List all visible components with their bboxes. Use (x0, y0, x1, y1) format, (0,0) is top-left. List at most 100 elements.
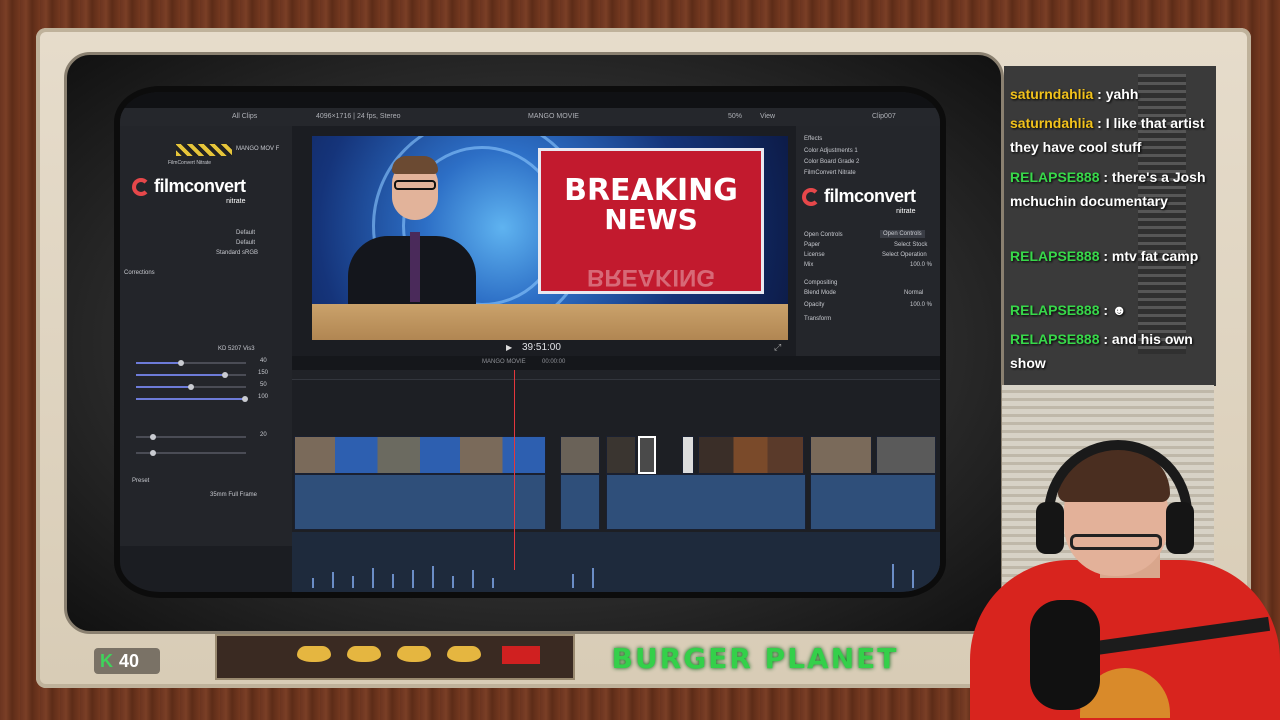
streamer-glasses (1070, 534, 1162, 550)
slider-3-value: 50 (260, 382, 267, 388)
play-icon[interactable]: ▶ (506, 343, 512, 352)
mix-value[interactable]: 100.0 % (910, 262, 932, 268)
playhead[interactable] (514, 370, 515, 570)
chat-username[interactable]: saturndahlia (1010, 115, 1093, 131)
clapper-icon (176, 144, 232, 156)
news-anchor-hair (392, 156, 438, 174)
timeline-duration: 00:00:00 (542, 359, 566, 365)
camera-select[interactable]: Default (236, 230, 255, 236)
clip-audio-lane[interactable] (294, 474, 546, 530)
chat-message: RELAPSE888 : there's a Josh mchuchin doc… (1010, 165, 1210, 213)
opacity-value[interactable]: 100.0 % (910, 302, 932, 308)
clip-audio-lane[interactable] (560, 474, 600, 530)
kick-icon: K (100, 650, 113, 671)
burger-planet-logo: BURGER PLANET (611, 641, 899, 675)
audio-track[interactable] (292, 532, 940, 592)
slider-3[interactable] (136, 384, 246, 390)
tv-screen: All Clips 4096×1716 | 24 fps, Stereo MAN… (120, 92, 940, 592)
preset-select[interactable]: 35mm Full Frame (210, 492, 257, 498)
video-clip[interactable] (560, 436, 600, 474)
chat-username[interactable]: RELAPSE888 (1010, 331, 1099, 347)
timeline-ruler[interactable] (292, 370, 940, 380)
video-clip[interactable] (294, 436, 546, 474)
chat-message: RELAPSE888 : ☻ (1010, 298, 1210, 322)
webcam-feed (960, 420, 1280, 720)
blend-mode-label: Blend Mode (804, 290, 837, 296)
headphone-ear-left (1036, 502, 1064, 554)
filmconvert-brand: filmconvert (824, 186, 916, 206)
video-viewer[interactable]: BREAKING NEWS BREAKING (312, 136, 788, 340)
video-clip[interactable] (682, 436, 694, 474)
video-clip[interactable] (698, 436, 804, 474)
effect-item[interactable]: Color Adjustments 1 (804, 148, 858, 154)
selected-clip[interactable] (638, 436, 656, 474)
chat-message: saturndahlia : I like that artist they h… (1010, 111, 1210, 159)
paper-select[interactable]: Select Stock (894, 242, 927, 248)
filmconvert-brand: filmconvert (154, 176, 246, 196)
project-title: MANGO MOVIE (528, 113, 579, 120)
slider-4[interactable] (136, 396, 248, 402)
microphone-icon (1030, 600, 1100, 710)
transform-header[interactable]: Transform (804, 316, 831, 322)
paper-label: Paper (804, 242, 821, 248)
zoom-select[interactable]: 50% (728, 113, 742, 120)
filmconvert-sub: nitrate (896, 208, 916, 215)
headline-reflection: BREAKING (586, 264, 715, 291)
open-controls-label: Open Controls (804, 232, 843, 238)
stock-select[interactable]: KD 5207 Vis3 (218, 346, 255, 352)
mix-label: Mix (804, 262, 814, 268)
effect-item[interactable]: FilmConvert Nitrate (804, 170, 856, 176)
fullscreen-icon[interactable]: ⤢ (774, 342, 781, 353)
filmconvert-mark-icon (132, 177, 150, 196)
right-inspector: Effects Color Adjustments 1 Color Board … (796, 126, 940, 356)
chat-username[interactable]: saturndahlia (1010, 86, 1093, 102)
effect-sub: FilmConvert Nitrate (168, 160, 212, 166)
editor-toolbar: All Clips 4096×1716 | 24 fps, Stereo MAN… (120, 108, 940, 126)
chat-message: RELAPSE888 : mtv fat camp (1010, 244, 1210, 268)
video-clip[interactable] (606, 436, 636, 474)
news-desk (312, 304, 788, 340)
slider-1-value: 40 (260, 358, 267, 364)
lens-select[interactable]: Default (236, 240, 255, 246)
view-menu[interactable]: View (760, 113, 775, 120)
effects-header[interactable]: Effects (804, 136, 822, 142)
slider-2-value: 150 (258, 370, 269, 376)
preset-label: Preset (132, 478, 150, 484)
menu-bar (120, 92, 940, 108)
corrections-section[interactable]: Corrections (124, 270, 155, 276)
compositing-header[interactable]: Compositing (804, 280, 837, 286)
timeline-header: MANGO MOVIE 00:00:00 (292, 356, 940, 370)
anchor-tie (410, 232, 420, 302)
chat-username[interactable]: RELAPSE888 (1010, 302, 1099, 318)
clip-audio-lane[interactable] (606, 474, 806, 530)
slider-6[interactable] (136, 450, 246, 456)
license-select[interactable]: Select Operation (882, 252, 927, 258)
chat-message: RELAPSE888 : and his own show (1010, 327, 1210, 375)
all-clips-button[interactable]: All Clips (232, 113, 257, 120)
clip-name: Clip007 (872, 113, 896, 120)
breaking-news-graphic: BREAKING NEWS BREAKING (538, 148, 764, 294)
anchor-glasses (394, 180, 436, 190)
colorspace-select[interactable]: Standard sRGB (216, 250, 258, 256)
slider-2[interactable] (136, 372, 246, 378)
license-label: License (804, 252, 825, 258)
slider-1[interactable] (136, 360, 246, 366)
left-inspector: MANGO MOV F FilmConvert Nitrate filmconv… (120, 126, 292, 546)
chat-username[interactable]: RELAPSE888 (1010, 169, 1099, 185)
slider-4-value: 100 (258, 394, 269, 400)
clip-audio-lane[interactable] (810, 474, 936, 530)
slider-5[interactable] (136, 434, 246, 440)
filmconvert-sub: nitrate (226, 198, 246, 205)
red-indicator-light (502, 646, 540, 664)
control-knob (347, 646, 381, 662)
headline-2: NEWS (604, 203, 698, 236)
blend-mode-select[interactable]: Normal (904, 290, 923, 296)
open-controls-button[interactable]: Open Controls (880, 230, 925, 238)
video-clip[interactable] (876, 436, 936, 474)
effect-item[interactable]: Color Board Grade 2 (804, 159, 859, 165)
opacity-label: Opacity (804, 302, 825, 308)
video-clip[interactable] (810, 436, 872, 474)
timeline[interactable]: MANGO MOVIE 00:00:00 (292, 356, 940, 592)
chat-username[interactable]: RELAPSE888 (1010, 248, 1099, 264)
control-knob (297, 646, 331, 662)
